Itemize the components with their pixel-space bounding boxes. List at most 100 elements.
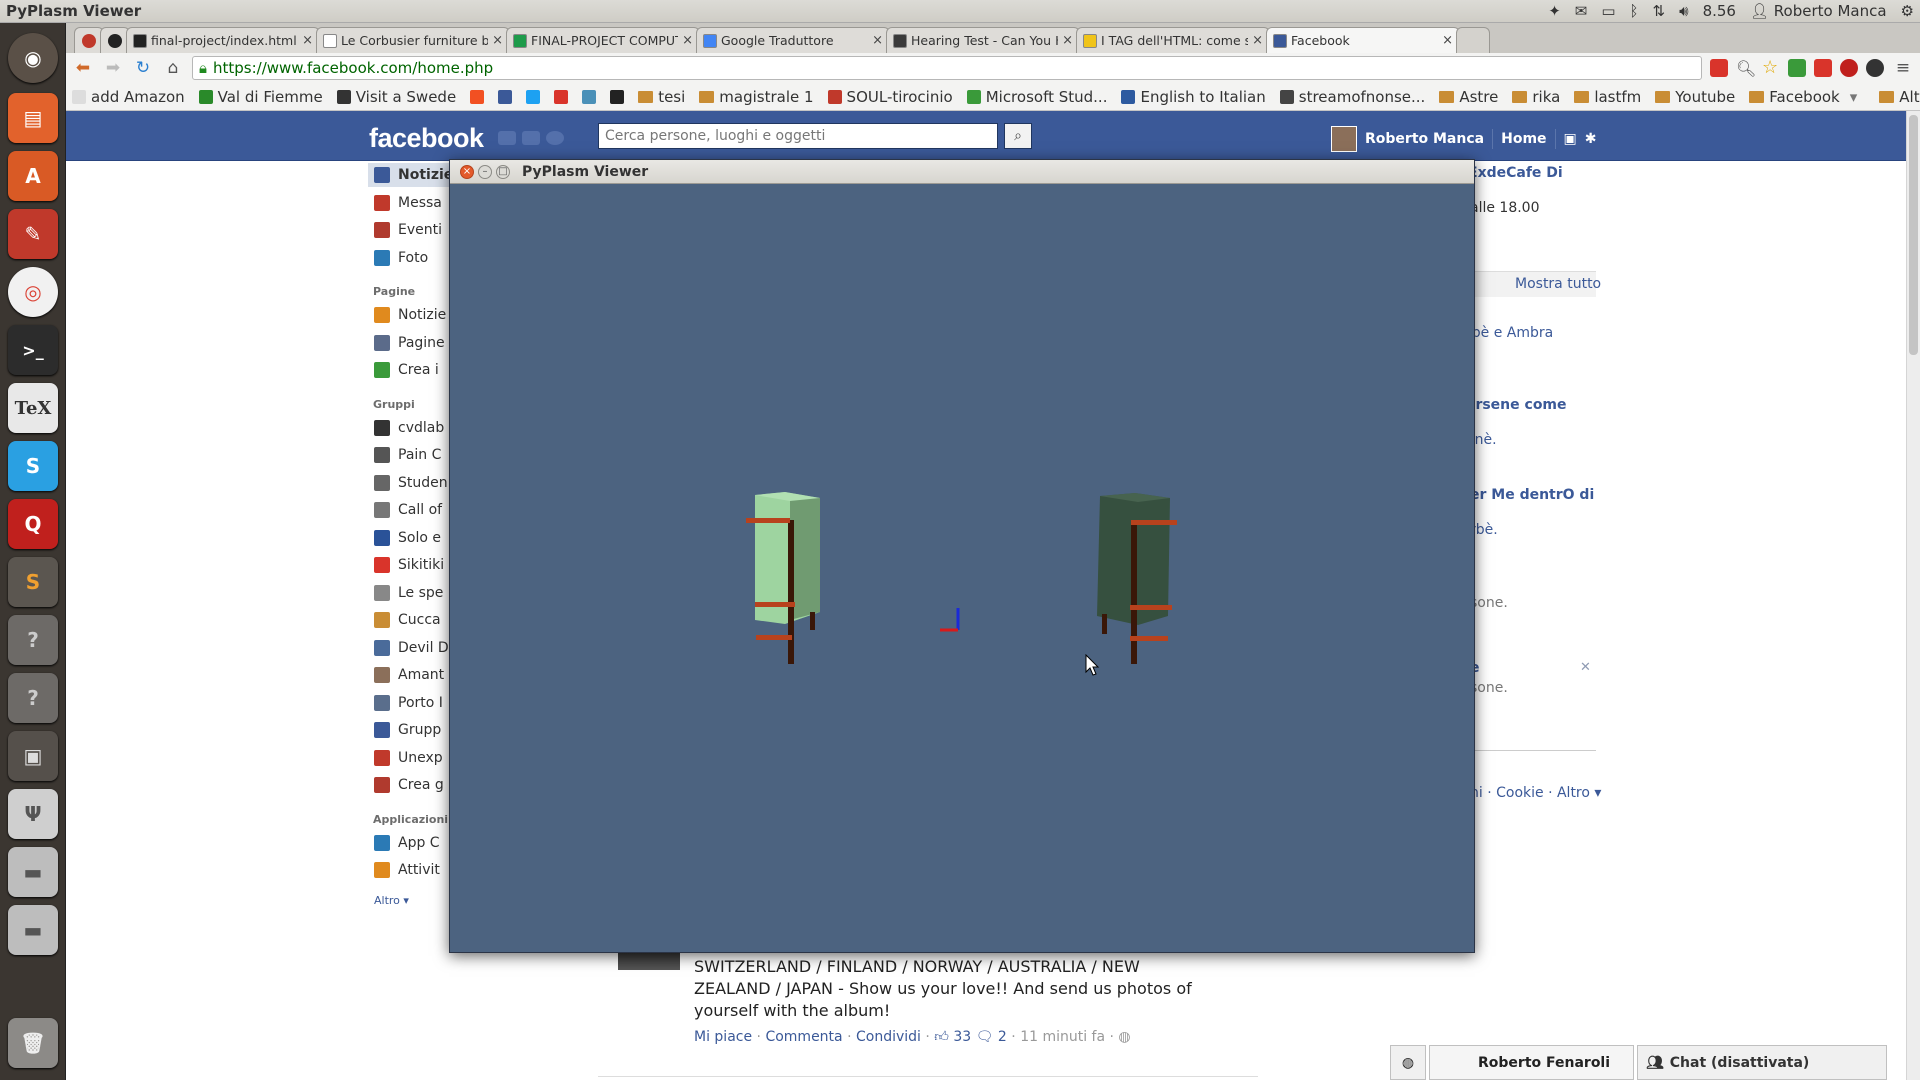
new-tab-button[interactable] bbox=[1456, 27, 1490, 53]
left-nav-item[interactable]: Unexp bbox=[374, 749, 443, 766]
user-menu[interactable]: 👤︎ Roberto Manca bbox=[1750, 2, 1887, 20]
left-nav-item[interactable]: Notizie bbox=[374, 307, 446, 323]
scrollbar-thumb[interactable] bbox=[1909, 115, 1918, 355]
power-icon[interactable] bbox=[1840, 59, 1858, 77]
software-center-icon[interactable]: A bbox=[8, 151, 58, 201]
terminal-icon[interactable]: >_ bbox=[8, 325, 58, 375]
extension-icon[interactable] bbox=[1788, 59, 1806, 77]
bookmark-item[interactable] bbox=[498, 89, 513, 104]
left-nav-item[interactable]: Crea i bbox=[374, 362, 439, 378]
left-nav-item[interactable]: Cucca bbox=[374, 612, 441, 628]
bookmark-item[interactable] bbox=[610, 89, 625, 104]
browser-tab[interactable]: Facebook × bbox=[1266, 27, 1460, 53]
search-icon[interactable]: ⌕ bbox=[1004, 123, 1032, 149]
tab-close-icon[interactable]: × bbox=[1442, 33, 1453, 48]
left-nav-item[interactable]: cvdlab bbox=[374, 419, 444, 436]
suggestion-title[interactable]: er Me dentrO di bbox=[1470, 487, 1594, 503]
left-nav-item[interactable]: Call of bbox=[374, 502, 442, 518]
tab-close-icon[interactable]: × bbox=[492, 33, 503, 48]
browser-tab[interactable]: Le Corbusier furniture by × bbox=[316, 27, 510, 53]
show-all-link[interactable]: Mostra tutto bbox=[1515, 276, 1601, 292]
event-title[interactable]: ExdeCafe Di bbox=[1468, 165, 1563, 181]
left-nav-item[interactable]: Foto bbox=[374, 249, 428, 266]
bookmark-item[interactable]: add Amazon bbox=[72, 88, 185, 106]
bookmark-item[interactable]: streamofnonse... bbox=[1279, 88, 1425, 106]
disk-drive-icon[interactable]: ▬ bbox=[8, 847, 58, 897]
left-nav-item[interactable]: Pagine bbox=[374, 334, 445, 351]
chat-tab-friend[interactable]: Roberto Fenaroli bbox=[1429, 1045, 1634, 1080]
viewer-canvas[interactable] bbox=[450, 184, 1474, 952]
facebook-logo[interactable]: facebook bbox=[369, 123, 484, 154]
system-settings-icon[interactable]: ✎ bbox=[8, 209, 58, 259]
network-icon[interactable]: ⇅ bbox=[1653, 2, 1666, 20]
comments-count[interactable]: 2 bbox=[998, 1029, 1007, 1045]
chrome-icon[interactable]: ◎ bbox=[8, 267, 58, 317]
left-nav-item[interactable]: Solo e bbox=[374, 529, 441, 546]
gmail-icon[interactable] bbox=[1814, 59, 1832, 77]
unknown-app-icon[interactable]: ? bbox=[8, 673, 58, 723]
notifications-icon[interactable] bbox=[546, 131, 564, 145]
left-nav-item[interactable]: Amant bbox=[374, 667, 444, 683]
like-link[interactable]: Mi piace bbox=[694, 1029, 752, 1045]
browser-tab[interactable]: Hearing Test - Can You He × bbox=[886, 27, 1080, 53]
home-link[interactable]: Home bbox=[1501, 131, 1546, 147]
bookmark-item[interactable]: Val di Fiemme bbox=[198, 88, 323, 106]
search-icon[interactable]: 🔍︎ bbox=[1736, 59, 1756, 78]
messages-icon[interactable] bbox=[522, 131, 540, 145]
left-nav-item[interactable]: Le spe bbox=[374, 584, 443, 601]
tab-close-icon[interactable]: × bbox=[872, 33, 883, 48]
bookmark-item[interactable]: lastfm bbox=[1574, 88, 1641, 106]
comment-link[interactable]: Commenta bbox=[765, 1029, 842, 1045]
bookmark-item[interactable] bbox=[470, 89, 485, 104]
left-nav-item[interactable]: Studen bbox=[374, 474, 448, 491]
bookmark-item[interactable]: tesi bbox=[638, 88, 685, 106]
volume-icon[interactable]: 🔊︎ bbox=[1679, 2, 1688, 20]
skype-icon[interactable]: S bbox=[8, 441, 58, 491]
left-nav-item[interactable]: App C bbox=[374, 834, 440, 851]
trash-icon[interactable]: 🗑︎ bbox=[8, 1018, 58, 1068]
bookmark-item[interactable]: SOUL-tirocinio bbox=[827, 88, 953, 106]
profile-link[interactable]: Roberto Manca bbox=[1365, 131, 1484, 147]
star-icon[interactable]: ☆ bbox=[1762, 59, 1780, 77]
bookmark-item[interactable] bbox=[554, 89, 569, 104]
disk-drive-icon[interactable]: ▬ bbox=[8, 905, 58, 955]
files-icon[interactable]: ▤ bbox=[8, 93, 58, 143]
close-icon[interactable]: ✕ bbox=[1580, 660, 1591, 675]
browser-tab[interactable]: I TAG dell'HTML: come scr × bbox=[1076, 27, 1270, 53]
globe-icon[interactable] bbox=[1866, 59, 1884, 77]
browser-tab[interactable]: final-project/index.html a × bbox=[126, 27, 320, 53]
texmaker-icon[interactable]: TeX bbox=[8, 383, 58, 433]
suggestion-friends[interactable]: rbè e Ambra bbox=[1466, 325, 1553, 341]
left-nav-item[interactable]: Grupp bbox=[374, 722, 441, 738]
bookmark-item[interactable]: Microsoft Stud... bbox=[966, 88, 1107, 106]
close-button[interactable]: × bbox=[460, 164, 474, 179]
bookmark-item[interactable] bbox=[526, 89, 541, 104]
browser-tab[interactable]: FINAL-PROJECT COMPUTE × bbox=[506, 27, 700, 53]
menu-icon[interactable]: ≡ bbox=[1892, 57, 1914, 79]
browser-tab[interactable]: Google Traduttore × bbox=[696, 27, 890, 53]
chevron-down-icon[interactable]: ▾ bbox=[1850, 88, 1858, 106]
gear-icon[interactable]: ⚙ bbox=[1901, 2, 1914, 20]
suggestion-title[interactable]: arsene come bbox=[1466, 397, 1567, 413]
footer-links[interactable]: ni · Cookie · Altro ▾ bbox=[1470, 785, 1601, 801]
left-nav-item[interactable]: Notizie bbox=[374, 167, 453, 183]
chat-status-button[interactable]: 👥︎ Chat (disattivata) bbox=[1637, 1045, 1887, 1080]
left-nav-item[interactable]: Eventi bbox=[374, 222, 442, 238]
left-nav-item[interactable]: Attivit bbox=[374, 862, 440, 878]
bookmark-item[interactable]: Facebook bbox=[1749, 88, 1840, 106]
avatar[interactable] bbox=[1331, 126, 1357, 152]
left-nav-item[interactable]: Messa bbox=[374, 194, 442, 211]
media-app-icon[interactable]: Ψ bbox=[8, 789, 58, 839]
tab-close-icon[interactable]: × bbox=[1252, 33, 1263, 48]
bookmark-item[interactable] bbox=[582, 89, 597, 104]
forward-button[interactable]: ➡ bbox=[102, 57, 124, 79]
bookmark-item[interactable]: rika bbox=[1512, 88, 1560, 106]
mail-icon[interactable]: ✉ bbox=[1575, 2, 1588, 20]
friend-requests-icon[interactable] bbox=[498, 131, 516, 145]
likes-count[interactable]: 33 bbox=[953, 1029, 971, 1045]
bookmark-item[interactable]: English to Italian bbox=[1121, 88, 1266, 106]
bookmark-item[interactable]: Youtube bbox=[1655, 88, 1735, 106]
globe-icon[interactable]: ◍ bbox=[1390, 1045, 1426, 1080]
left-nav-item[interactable]: Porto I bbox=[374, 694, 443, 711]
reload-button[interactable]: ↻ bbox=[132, 57, 154, 79]
